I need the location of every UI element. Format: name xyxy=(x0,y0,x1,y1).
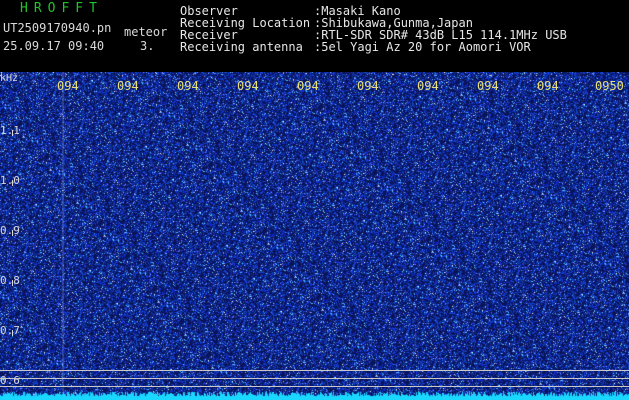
time-tick: 094 xyxy=(177,79,199,93)
freq-tick-mark xyxy=(12,330,13,336)
spectrogram-canvas xyxy=(0,72,629,400)
freq-tick: 0.6 xyxy=(0,374,20,387)
time-tick: 094 xyxy=(237,79,259,93)
time-tick: 094 xyxy=(357,79,379,93)
freq-tick-mark xyxy=(12,230,13,236)
freq-tick: 1.1 xyxy=(0,124,20,137)
app-title: HROFFT xyxy=(20,1,103,16)
count-value: 3. xyxy=(140,39,155,53)
header-panel: HROFFT UT2509170940.pn meteor 25.09.17 0… xyxy=(0,0,629,72)
time-tick: 094 xyxy=(57,79,79,93)
freq-tick: 0.9 xyxy=(0,224,20,237)
antenna-value: :5el Yagi Az 20 for Aomori VOR xyxy=(314,40,531,54)
freq-tick-mark xyxy=(12,280,13,286)
reference-line xyxy=(0,386,629,387)
timestamp: 25.09.17 09:40 xyxy=(3,39,105,53)
antenna-label: Receiving antenna xyxy=(180,40,303,54)
reference-line xyxy=(0,378,629,379)
freq-tick: 1.0 xyxy=(0,174,20,187)
mode-label: meteor xyxy=(124,25,168,39)
time-tick: 094 xyxy=(297,79,319,93)
freq-tick: 0.7 xyxy=(0,324,20,337)
time-tick: 0950 xyxy=(595,79,624,93)
signal-baseline xyxy=(0,390,629,400)
time-tick: 094 xyxy=(117,79,139,93)
y-axis-unit: kHz xyxy=(0,73,19,84)
file-name: UT2509170940.pn xyxy=(3,21,112,35)
time-tick: 094 xyxy=(477,79,499,93)
time-tick: 094 xyxy=(537,79,559,93)
reference-line xyxy=(0,370,629,371)
freq-tick-mark xyxy=(12,180,13,186)
freq-tick: 0.8 xyxy=(0,274,20,287)
time-tick: 094 xyxy=(417,79,439,93)
freq-tick-mark xyxy=(12,130,13,136)
